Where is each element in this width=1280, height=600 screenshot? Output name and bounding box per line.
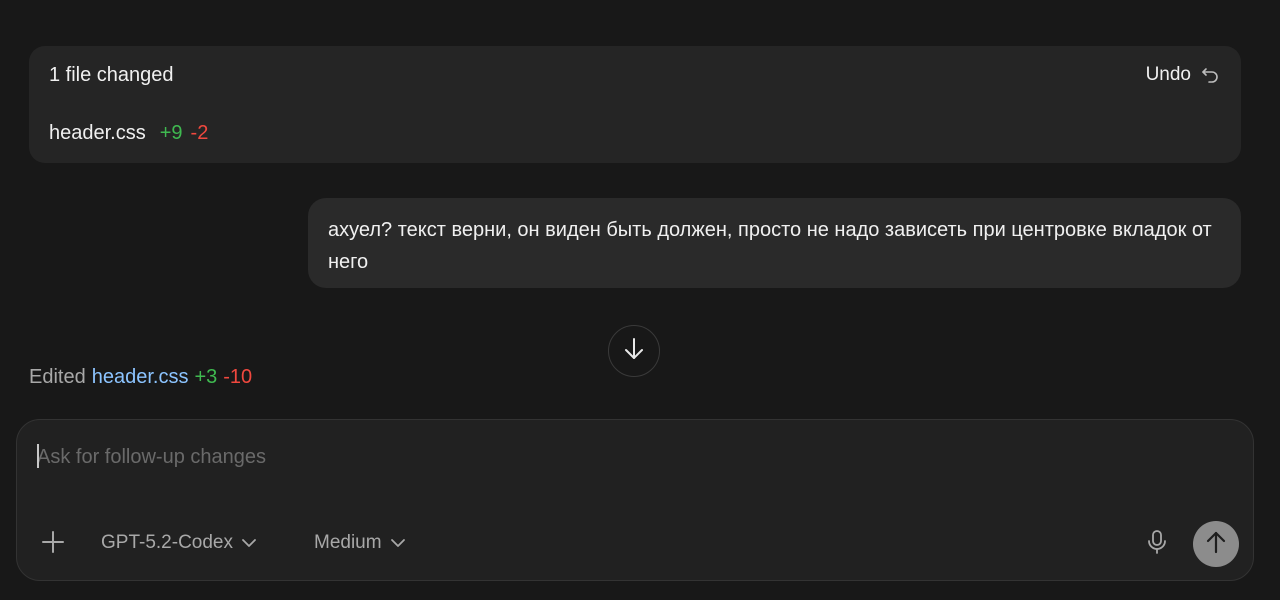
scroll-to-bottom-button[interactable] (608, 325, 660, 377)
follow-up-input[interactable] (37, 442, 1137, 472)
edited-label: Edited (29, 366, 86, 388)
edited-lines-added: +3 (194, 366, 218, 388)
lines-removed-count: -2 (190, 122, 209, 144)
arrow-down-icon (622, 336, 646, 367)
model-selector-label: GPT-5.2-Codex (101, 532, 233, 553)
text-caret (37, 444, 39, 468)
plus-icon (41, 530, 65, 559)
edited-lines-removed: -10 (223, 366, 253, 388)
edited-file-summary: Edited header.css +3 -10 (29, 366, 252, 389)
effort-selector-label: Medium (314, 532, 382, 553)
add-attachment-button[interactable] (39, 530, 67, 558)
send-button[interactable] (1193, 521, 1239, 567)
undo-button[interactable]: Undo (1146, 64, 1219, 86)
microphone-icon (1147, 529, 1167, 560)
undo-icon (1201, 66, 1219, 84)
arrow-up-icon (1205, 530, 1227, 559)
user-message-bubble: ахуел? текст верни, он виден быть должен… (308, 198, 1241, 288)
model-selector[interactable]: GPT-5.2-Codex (101, 532, 257, 554)
reasoning-effort-selector[interactable]: Medium (314, 532, 406, 554)
lines-added-count: +9 (159, 122, 183, 144)
undo-label: Undo (1145, 64, 1191, 85)
composer-box: GPT-5.2-Codex Medium (16, 419, 1254, 581)
edited-file-link[interactable]: header.css (92, 366, 189, 389)
changed-file-name[interactable]: header.css (49, 122, 146, 145)
changed-file-row[interactable]: header.css +9 -2 (49, 122, 208, 145)
voice-input-button[interactable] (1145, 528, 1169, 560)
chevron-down-icon (241, 532, 257, 554)
file-changes-card: 1 file changed Undo header.css +9 -2 (29, 46, 1241, 163)
changes-summary-title: 1 file changed (49, 64, 174, 86)
chevron-down-icon (390, 532, 406, 554)
